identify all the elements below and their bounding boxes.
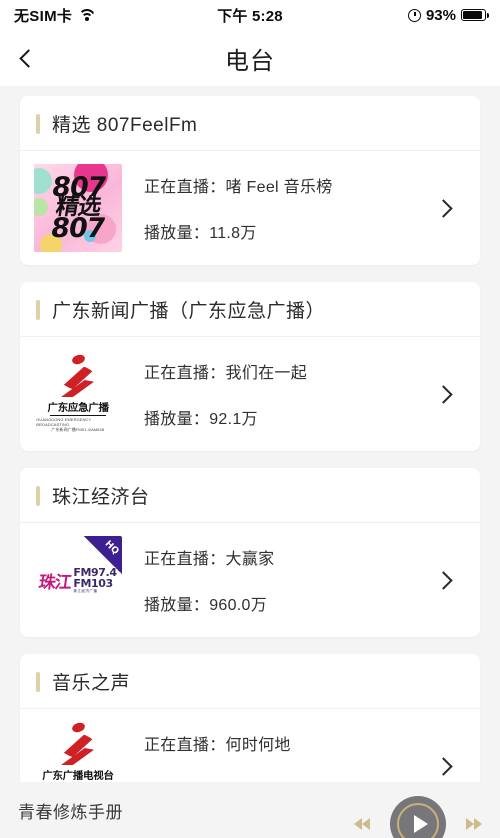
chevron-right-icon[interactable] [434, 756, 453, 776]
station-list: 精选 807FeelFm 807 精选 807 正在直播：啫 Feel 音乐榜 [0, 86, 500, 823]
battery-percent-label: 93% [425, 6, 456, 24]
logo-main-text: 珠江 [37, 572, 73, 593]
station-card-body[interactable]: 广东应急广播 GUANGDONG EMERGENCY BROADCASTING … [20, 337, 480, 451]
station-thumbnail: 807 精选 807 [34, 164, 122, 252]
hq-badge: HQ [84, 536, 122, 574]
station-info: 正在直播：我们在一起 播放量：92.1万 [122, 359, 437, 429]
live-program-line: 正在直播：我们在一起 [144, 359, 437, 383]
station-thumbnail: 广东应急广播 GUANGDONG EMERGENCY BROADCASTING … [34, 350, 122, 438]
chevron-right-icon[interactable] [434, 198, 453, 218]
logo-frequency-sub: 珠江经济广播 [73, 588, 98, 593]
accent-bar [36, 299, 40, 320]
station-name: 精选 807FeelFm [52, 115, 198, 136]
station-card[interactable]: 广东新闻广播（广东应急广播） 广东应急广播 GUANGDONG EMERGENC… [20, 282, 480, 451]
red-swoosh-icon [52, 353, 104, 397]
next-track-icon[interactable] [460, 813, 482, 835]
play-count-line: 播放量：11.8万 [144, 219, 437, 243]
accent-bar [36, 671, 40, 692]
station-card-header: 珠江经济台 [20, 468, 480, 523]
live-label: 正在直播： [144, 737, 226, 754]
plays-label: 播放量： [144, 225, 210, 242]
live-program-line: 正在直播：何时何地 [144, 731, 437, 755]
station-card-body[interactable]: 珠江 FM97.4 FM103 珠江经济广播 HQ 正在直播：大赢家 [20, 523, 480, 637]
plays-label: 播放量： [144, 597, 210, 614]
player-controls [354, 796, 482, 838]
chevron-right-icon[interactable] [434, 384, 453, 404]
accent-bar [36, 113, 40, 134]
logo-subtitle-en: GUANGDONG EMERGENCY BROADCASTING [36, 417, 92, 427]
live-label: 正在直播： [144, 551, 226, 568]
live-program-line: 正在直播：啫 Feel 音乐榜 [144, 173, 437, 197]
station-card-header: 精选 807FeelFm [20, 96, 480, 151]
play-button[interactable] [390, 796, 446, 838]
station-card-header: 广东新闻广播（广东应急广播） [20, 282, 480, 337]
status-bar-right: 93% [407, 6, 489, 24]
now-playing-title: 青春修炼手册 [18, 802, 123, 822]
red-swoosh-icon [52, 722, 104, 765]
station-name: 珠江经济台 [52, 487, 150, 508]
station-name: 音乐之声 [52, 673, 131, 694]
station-info: 正在直播：啫 Feel 音乐榜 播放量：11.8万 [122, 173, 437, 243]
previous-track-icon[interactable] [354, 813, 376, 835]
live-label: 正在直播： [144, 365, 226, 382]
station-thumbnail: 珠江 FM97.4 FM103 珠江经济广播 HQ [34, 536, 122, 624]
chevron-right-icon[interactable] [434, 570, 453, 590]
navigation-bar: 电台 [0, 30, 500, 86]
logo-main-text: 广东应急广播 [47, 403, 109, 414]
hq-badge-label: HQ [102, 539, 121, 557]
battery-icon [461, 8, 489, 22]
logo-top-text: 广东广播电视台 [42, 771, 114, 782]
page-title: 电台 [225, 47, 275, 75]
logo-frequency-2: FM103 [73, 576, 113, 590]
plays-value: 960.0万 [209, 597, 268, 614]
logo-subtitle-freq: 广东新闻广播FM91.4/AM648 [51, 427, 105, 432]
radio-station-screen: 无SIM卡 下午 5:28 93% 电台 精选 807FeelFm 807 精选… [0, 0, 500, 838]
plays-value: 11.8万 [209, 225, 257, 242]
station-card-body[interactable]: 807 精选 807 正在直播：啫 Feel 音乐榜 播放量：11.8万 [20, 151, 480, 265]
plays-value: 92.1万 [209, 411, 258, 428]
live-program: 啫 Feel 音乐榜 [225, 179, 333, 196]
station-card[interactable]: 珠江经济台 珠江 FM97.4 FM103 珠江经济广播 HQ [20, 468, 480, 637]
live-program: 何时何地 [225, 737, 291, 754]
live-program-line: 正在直播：大赢家 [144, 545, 437, 569]
station-info: 正在直播：大赢家 播放量：960.0万 [122, 545, 437, 615]
mini-player-bar[interactable]: 青春修炼手册 [0, 782, 500, 838]
live-label: 正在直播： [144, 179, 226, 196]
thumb-text-bottom: 807 [48, 212, 108, 244]
play-count-line: 播放量：960.0万 [144, 591, 437, 615]
station-name: 广东新闻广播（广东应急广播） [52, 301, 326, 322]
plays-label: 播放量： [144, 411, 210, 428]
status-bar: 无SIM卡 下午 5:28 93% [0, 0, 500, 30]
play-count-line: 播放量：92.1万 [144, 405, 437, 429]
accent-bar [36, 485, 40, 506]
live-program: 我们在一起 [225, 365, 308, 382]
station-card[interactable]: 精选 807FeelFm 807 精选 807 正在直播：啫 Feel 音乐榜 [20, 96, 480, 265]
station-card-header: 音乐之声 [20, 654, 480, 709]
alarm-icon [407, 8, 421, 22]
live-program: 大赢家 [225, 551, 275, 568]
